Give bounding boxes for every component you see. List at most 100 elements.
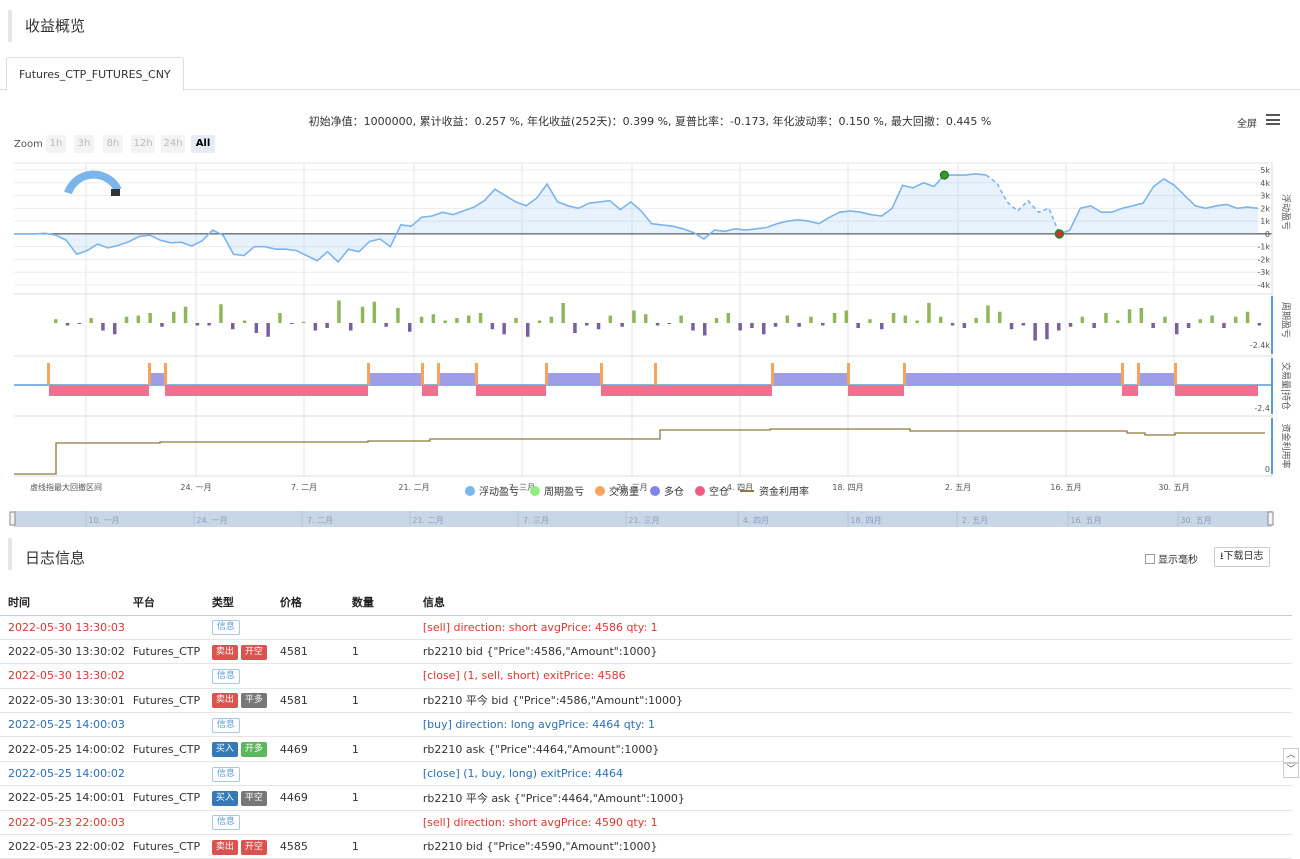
- period-pnl-bar: [396, 308, 400, 323]
- period-pnl-bar: [644, 314, 648, 323]
- log-time: 2022-05-25 14:00:02: [0, 761, 125, 787]
- log-type-badge: 买入: [211, 742, 238, 758]
- navigator-tick-label: 7. 二月: [307, 516, 333, 525]
- log-type-badge: 信息: [211, 620, 240, 636]
- log-price: [271, 663, 344, 689]
- long-position-block: [438, 373, 476, 385]
- period-pnl-bar: [372, 301, 377, 323]
- download-log-label: 下载日志: [1223, 551, 1264, 562]
- log-platform: Futures_CTP: [124, 834, 204, 859]
- period-pnl-bar: [986, 305, 990, 323]
- period-pnl-bar: [585, 323, 589, 326]
- show-ms-checkbox[interactable]: 显示毫秒: [1145, 551, 1198, 566]
- loading-arc-icon: [64, 170, 122, 195]
- log-message: rb2210 ask {"Price":4464,"Amount":1000}: [414, 736, 1292, 762]
- log-price: 4585: [271, 834, 344, 859]
- period-pnl-bar: [1151, 323, 1155, 328]
- period-pnl-bar: [785, 315, 790, 323]
- period-pnl-bar: [514, 318, 518, 323]
- short-position-block: [1122, 385, 1138, 396]
- trade-volume-bar: [475, 363, 478, 385]
- long-position-block: [149, 373, 165, 385]
- legend-item[interactable]: 空仓: [695, 483, 729, 498]
- period-pnl-bar: [1068, 323, 1073, 327]
- col-qty: 数量: [343, 590, 415, 616]
- trade-volume-bar: [903, 363, 906, 385]
- trade-volume-bar: [600, 363, 603, 385]
- legend-item[interactable]: 交易量: [595, 483, 639, 498]
- y-tick-label: 2k: [1260, 204, 1270, 213]
- navigator-tick-label: 10. 一月: [88, 516, 119, 525]
- log-time: 2022-05-25 14:00:03: [0, 712, 125, 738]
- log-type: 信息: [203, 810, 272, 836]
- long-position-block: [904, 373, 1122, 385]
- short-position-block: [476, 385, 546, 396]
- legend-label: 浮动盈亏: [479, 487, 519, 498]
- log-time: 2022-05-30 13:30:03: [0, 615, 125, 640]
- legend-item[interactable]: 周期盈亏: [530, 483, 584, 498]
- legend-item[interactable]: 多仓: [650, 483, 684, 498]
- log-type: 买入 平空: [203, 785, 272, 811]
- download-log-button[interactable]: ⭳下载日志: [1214, 547, 1270, 567]
- long-position-block: [368, 373, 422, 385]
- period-pnl-bar: [1104, 313, 1108, 323]
- period-pnl-bar: [1127, 309, 1132, 323]
- log-price: [271, 761, 344, 787]
- period-pnl-bar: [620, 323, 624, 327]
- log-type: 卖出 开空: [203, 639, 272, 665]
- period-pnl-bar: [148, 313, 152, 323]
- log-type: 卖出 开空: [203, 834, 272, 859]
- period-pnl-bar: [242, 320, 247, 323]
- scroll-down-button[interactable]: ﹀: [1283, 763, 1299, 778]
- period-pnl-bar: [526, 323, 530, 337]
- navigator-left-handle: [9, 511, 16, 526]
- trade-volume-bar: [437, 363, 440, 385]
- period-pnl-bar: [254, 323, 259, 333]
- log-qty: 1: [343, 834, 415, 859]
- period-pnl-bar: [608, 315, 613, 323]
- period-pnl-bar: [1033, 323, 1037, 341]
- log-price: [271, 712, 344, 738]
- navigator-tick-label: 30. 五月: [1180, 516, 1211, 525]
- log-platform: [124, 663, 204, 689]
- x-tick-label: 2. 五月: [945, 483, 971, 492]
- legend-swatch: [530, 485, 540, 496]
- log-type: 信息: [203, 663, 272, 689]
- log-row: 2022-05-30 13:30:01 Futures_CTP 卖出 平多 4581 1 r…: [0, 688, 1292, 714]
- period-pnl-bar: [773, 323, 778, 327]
- log-type-badge: 卖出: [211, 839, 238, 855]
- period-pnl-bar: [1175, 323, 1179, 335]
- trade-volume-bar: [367, 363, 370, 385]
- period-pnl-bar: [478, 313, 483, 323]
- period-pnl-bar: [809, 316, 813, 323]
- scroll-up-button[interactable]: ︿: [1283, 748, 1299, 763]
- legend-label: 交易量: [609, 487, 639, 498]
- period-pnl-bar: [596, 323, 601, 330]
- log-type: 信息: [203, 712, 272, 738]
- log-type-badge: 信息: [211, 815, 240, 831]
- period-pnl-bar: [278, 313, 282, 323]
- trade-volume-bar: [545, 363, 548, 385]
- checkbox-icon[interactable]: [1145, 553, 1155, 564]
- period-pnl-bar: [1257, 323, 1262, 326]
- backtest-chart: 5k4k3k2k1k0-1k-2k-3k-4k浮动盈亏周期盈亏交易量|持仓资金利…: [9, 162, 1292, 527]
- y-tick-label: -2.4k: [1250, 341, 1271, 350]
- legend-item[interactable]: 浮动盈亏: [465, 483, 519, 498]
- trade-volume-bar: [654, 363, 657, 385]
- log-qty: 1: [343, 688, 415, 714]
- legend-item[interactable]: 资金利用率: [740, 483, 809, 498]
- period-pnl-bar: [183, 306, 188, 323]
- log-type: 买入 开多: [203, 736, 272, 762]
- x-tick-label: 21. 二月: [398, 483, 429, 492]
- period-pnl-bar: [655, 323, 660, 326]
- x-tick-label: 虚线指最大回撤区间: [30, 482, 102, 492]
- short-position-block: [165, 385, 368, 396]
- log-row: 2022-05-25 14:00:02 Futures_CTP 买入 开多 4469 1 r…: [0, 736, 1292, 762]
- period-pnl-bar: [325, 323, 329, 328]
- log-type: 信息: [203, 761, 272, 787]
- y-tick-label: -1k: [1257, 243, 1270, 252]
- period-pnl-bar: [1186, 323, 1191, 328]
- period-pnl-bar: [856, 323, 860, 328]
- log-qty: 1: [343, 639, 415, 665]
- legend-swatch: [740, 489, 754, 492]
